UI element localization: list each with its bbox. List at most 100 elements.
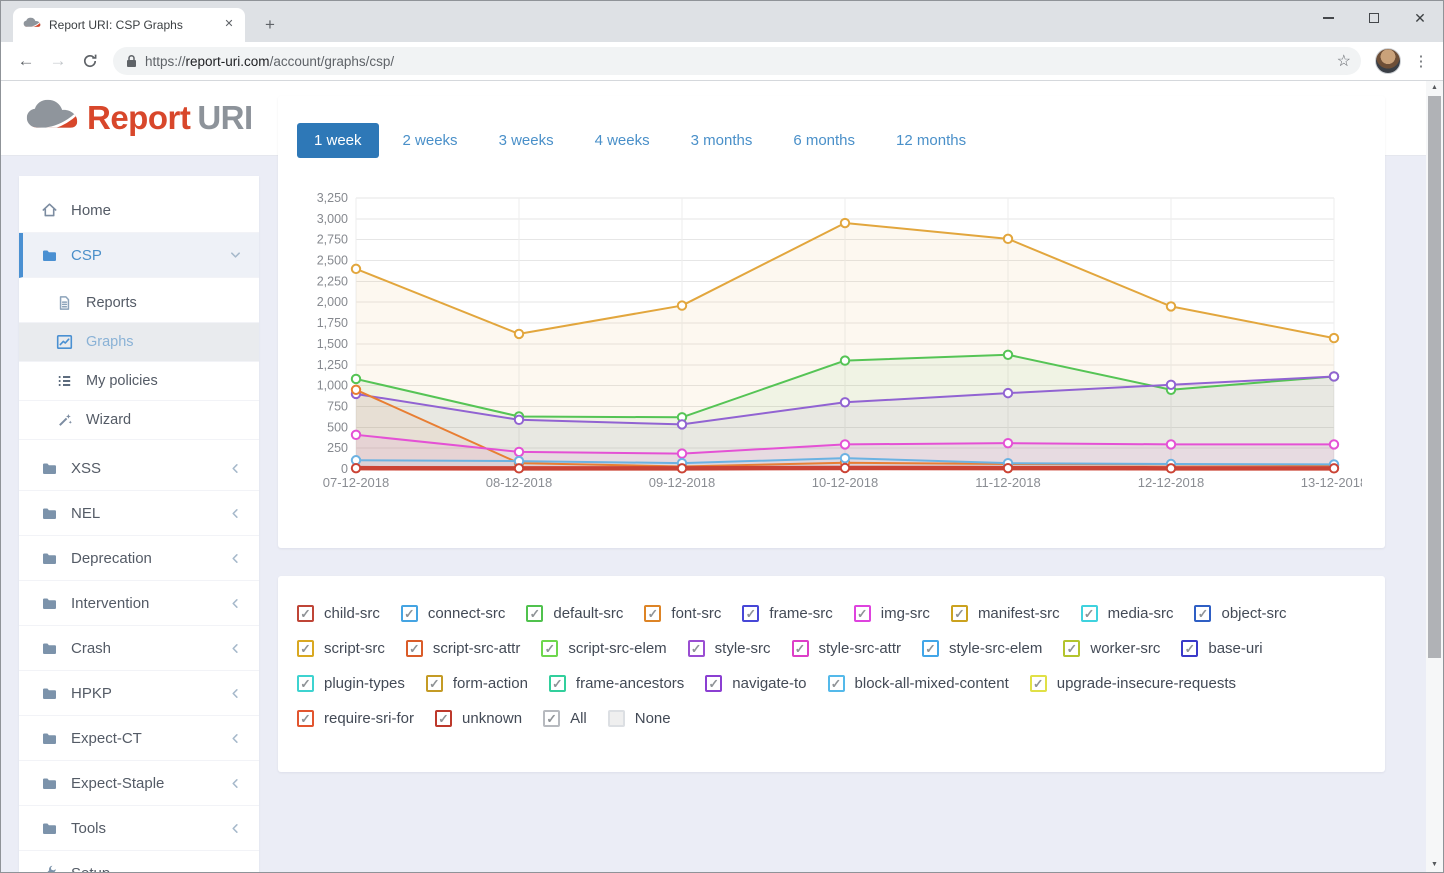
checkbox-script-src-attr[interactable]: ✓	[406, 640, 423, 657]
url-bar[interactable]: https://report-uri.com/account/graphs/cs…	[113, 47, 1361, 75]
period-tab-3-months[interactable]: 3 months	[674, 123, 770, 158]
legend-toggle-object-src[interactable]: ✓object-src	[1194, 605, 1286, 622]
sidebar-item-tools[interactable]: Tools	[19, 806, 259, 851]
checkbox-manifest-src[interactable]: ✓	[951, 605, 968, 622]
sidebar-item-my-policies[interactable]: My policies	[19, 362, 259, 401]
legend-toggle-child-src[interactable]: ✓child-src	[297, 605, 380, 622]
checkbox-media-src[interactable]: ✓	[1081, 605, 1098, 622]
checkbox-block-all-mixed-content[interactable]: ✓	[828, 675, 845, 692]
back-button[interactable]: ←	[11, 46, 41, 76]
legend-toggle-plugin-types[interactable]: ✓plugin-types	[297, 675, 405, 692]
reporturi-logo[interactable]: ReportURI	[25, 98, 253, 139]
period-tab-12-months[interactable]: 12 months	[879, 123, 983, 158]
checkbox-style-src[interactable]: ✓	[688, 640, 705, 657]
profile-avatar[interactable]	[1375, 48, 1401, 74]
sidebar-item-intervention[interactable]: Intervention	[19, 581, 259, 626]
legend-toggle-script-src-elem[interactable]: ✓ script-src-elem	[541, 640, 666, 657]
legend-toggle-media-src[interactable]: ✓media-src	[1081, 605, 1174, 622]
window-maximize-button[interactable]	[1351, 1, 1397, 35]
checkbox-style-src-elem[interactable]: ✓	[922, 640, 939, 657]
sidebar-item-wizard[interactable]: Wizard	[19, 401, 259, 440]
legend-toggle-base-uri[interactable]: ✓base-uri	[1181, 640, 1262, 657]
legend-toggle-none[interactable]: None	[608, 710, 671, 727]
period-tab-3-weeks[interactable]: 3 weeks	[482, 123, 571, 158]
sidebar-item-crash[interactable]: Crash	[19, 626, 259, 671]
checkbox-connect-src[interactable]: ✓	[401, 605, 418, 622]
sidebar-item-hpkp[interactable]: HPKP	[19, 671, 259, 716]
window-minimize-button[interactable]	[1305, 1, 1351, 35]
checkbox-script-src[interactable]: ✓	[297, 640, 314, 657]
checkbox-all[interactable]: ✓	[543, 710, 560, 727]
checkbox-require-sri-for[interactable]: ✓	[297, 710, 314, 727]
legend-toggle-require-sri-for[interactable]: ✓require-sri-for	[297, 710, 414, 727]
legend-toggle-worker-src[interactable]: ✓worker-src	[1063, 640, 1160, 657]
legend-toggle-form-action[interactable]: ✓form-action	[426, 675, 528, 692]
svg-text:0: 0	[341, 462, 348, 476]
legend-toggle-frame-ancestors[interactable]: ✓frame-ancestors	[549, 675, 684, 692]
legend-toggle-all[interactable]: ✓All	[543, 710, 587, 727]
legend-toggle-unknown[interactable]: ✓unknown	[435, 710, 522, 727]
browser-tab[interactable]: Report URI: CSP Graphs ✕	[13, 8, 245, 42]
legend-toggle-font-src[interactable]: ✓font-src	[644, 605, 721, 622]
checkbox-plugin-types[interactable]: ✓	[297, 675, 314, 692]
checkbox-default-src[interactable]: ✓	[526, 605, 543, 622]
checkbox-form-action[interactable]: ✓	[426, 675, 443, 692]
legend-toggle-style-src-elem[interactable]: ✓style-src-elem	[922, 640, 1042, 657]
checkbox-unknown[interactable]: ✓	[435, 710, 452, 727]
legend-toggle-frame-src[interactable]: ✓frame-src	[742, 605, 832, 622]
legend-toggle-style-src[interactable]: ✓style-src	[688, 640, 771, 657]
legend-toggle-block-all-mixed-content[interactable]: ✓block-all-mixed-content	[828, 675, 1009, 692]
legend-toggle-script-src[interactable]: ✓script-src	[297, 640, 385, 657]
window-close-button[interactable]: ✕	[1397, 1, 1443, 35]
checkbox-child-src[interactable]: ✓	[297, 605, 314, 622]
checkbox-style-src-attr[interactable]: ✓	[792, 640, 809, 657]
sidebar-item-csp[interactable]: CSP	[19, 233, 259, 278]
legend-toggle-img-src[interactable]: ✓img-src	[854, 605, 930, 622]
sidebar-item-home[interactable]: Home	[19, 188, 259, 233]
checkbox-navigate-to[interactable]: ✓	[705, 675, 722, 692]
legend-toggle-connect-src[interactable]: ✓connect-src	[401, 605, 506, 622]
period-tab-4-weeks[interactable]: 4 weeks	[578, 123, 667, 158]
scroll-down-icon[interactable]: ▼	[1426, 858, 1443, 872]
forward-button[interactable]: →	[43, 46, 73, 76]
checkbox-upgrade-insecure-requests[interactable]: ✓	[1030, 675, 1047, 692]
legend-label: script-src-elem	[568, 640, 666, 657]
svg-text:1,000: 1,000	[317, 379, 348, 393]
legend-toggle-style-src-attr[interactable]: ✓style-src-attr	[792, 640, 902, 657]
scroll-up-icon[interactable]: ▲	[1426, 81, 1443, 95]
sidebar-item-xss[interactable]: XSS	[19, 446, 259, 491]
sidebar-item-deprecation[interactable]: Deprecation	[19, 536, 259, 581]
checkbox-base-uri[interactable]: ✓	[1181, 640, 1198, 657]
legend-toggle-navigate-to[interactable]: ✓navigate-to	[705, 675, 806, 692]
refresh-button[interactable]	[75, 46, 105, 76]
sidebar-item-reports[interactable]: Reports	[19, 284, 259, 323]
period-tab-2-weeks[interactable]: 2 weeks	[386, 123, 475, 158]
page-scrollbar[interactable]: ▲ ▼	[1426, 81, 1443, 872]
period-tab-1-week[interactable]: 1 week	[297, 123, 379, 158]
checkbox-frame-ancestors[interactable]: ✓	[549, 675, 566, 692]
browser-menu-icon[interactable]: ⋮	[1409, 52, 1433, 70]
checkbox-script-src-elem[interactable]: ✓	[541, 640, 558, 657]
folder-icon	[41, 776, 58, 791]
bookmark-star-icon[interactable]: ☆	[1337, 51, 1351, 71]
period-tab-6-months[interactable]: 6 months	[776, 123, 872, 158]
checkbox-img-src[interactable]: ✓	[854, 605, 871, 622]
legend-toggle-manifest-src[interactable]: ✓manifest-src	[951, 605, 1060, 622]
sidebar-item-graphs[interactable]: Graphs	[19, 323, 259, 362]
sidebar-item-expect-ct[interactable]: Expect-CT	[19, 716, 259, 761]
checkbox-worker-src[interactable]: ✓	[1063, 640, 1080, 657]
tab-close-icon[interactable]: ✕	[221, 17, 237, 33]
csp-line-chart[interactable]: 02505007501,0001,2501,5001,7502,0002,250…	[278, 192, 1362, 501]
sidebar-item-nel[interactable]: NEL	[19, 491, 259, 536]
checkbox-frame-src[interactable]: ✓	[742, 605, 759, 622]
checkbox-object-src[interactable]: ✓	[1194, 605, 1211, 622]
sidebar-item-expect-staple[interactable]: Expect-Staple	[19, 761, 259, 806]
checkbox-font-src[interactable]: ✓	[644, 605, 661, 622]
new-tab-button[interactable]: +	[257, 13, 283, 39]
sidebar-item-setup[interactable]: Setup	[19, 851, 259, 872]
checkbox-none[interactable]	[608, 710, 625, 727]
legend-toggle-default-src[interactable]: ✓default-src	[526, 605, 623, 622]
legend-toggle-script-src-attr[interactable]: ✓script-src-attr	[406, 640, 521, 657]
legend-toggle-upgrade-insecure-requests[interactable]: ✓upgrade-insecure-requests	[1030, 675, 1236, 692]
scrollbar-thumb[interactable]	[1428, 96, 1441, 658]
